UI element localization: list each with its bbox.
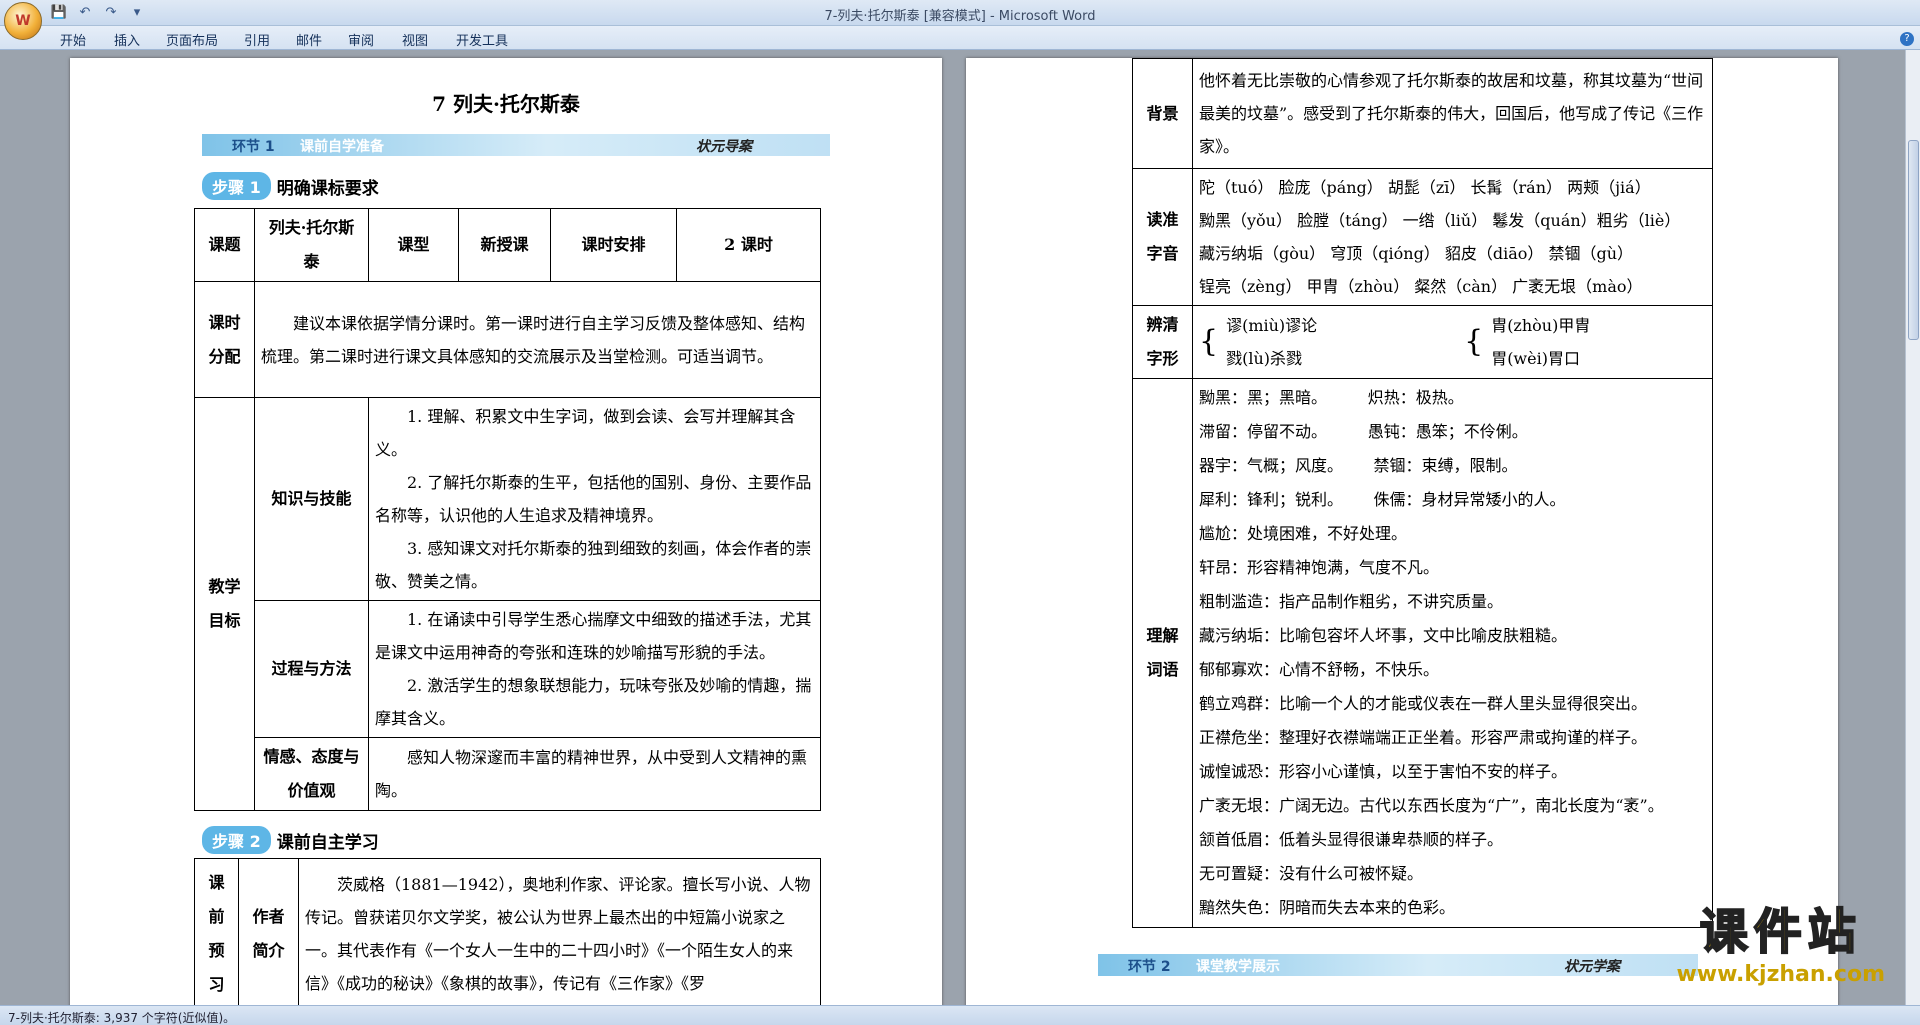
document-workspace: 7 列夫·托尔斯泰 环节 1 课前自学准备 状元导案 步骤 1 明确课标要求 课…: [0, 50, 1905, 1005]
step-pill: 步骤 1: [202, 172, 271, 200]
goal-k1: 1. 理解、积累文中生字词，做到会读、会写并理解其含义。: [375, 407, 796, 459]
brace-icon: {: [1464, 324, 1484, 359]
cell-process: 1. 在诵读中引导学生悉心揣摩文中细致的描述手法，尤其是课文中运用神奇的夸张和连…: [368, 600, 821, 738]
scrollbar-thumb[interactable]: [1908, 140, 1919, 340]
cell-vocab: 黝黑：黑；黑暗。 炽热：极热。 滞留：停留不动。 愚钝：愚笨；不伶俐。 器宇：气…: [1192, 378, 1713, 928]
course-table: 课题 列夫·托尔斯泰 课型 新授课 课时安排 2 课时 课时分配 建议本课依据学…: [194, 208, 821, 811]
vocab-item: 器宇：气概；风度。 禁锢：束缚，限制。: [1199, 456, 1518, 475]
vocab-item: 无可置疑：没有什么可被怀疑。: [1199, 864, 1424, 883]
vocab-item: 藏污纳垢：比喻包容坏人坏事，文中比喻皮肤粗糙。: [1199, 626, 1568, 645]
cell-topic: 列夫·托尔斯泰: [254, 208, 369, 282]
document-title: 7 列夫·托尔斯泰: [432, 92, 580, 116]
tab-page-layout[interactable]: 页面布局: [166, 30, 218, 49]
cell-topic-label: 课题: [194, 208, 255, 282]
tab-developer[interactable]: 开发工具: [456, 30, 508, 49]
watermark-title: 课件站: [1699, 903, 1862, 961]
banner-part1: 环节 1: [232, 139, 275, 155]
vocab-item: 郁郁寡欢：心情不舒畅，不快乐。: [1199, 660, 1440, 679]
dist-item: 胄(zhòu)甲胄: [1491, 316, 1591, 335]
cell-read: 陀（tuó） 脸庞（páng） 胡髭（zī） 长髯（rán） 两颊（jiá） 黝…: [1192, 168, 1713, 306]
banner2-part2: 课堂教学展示: [1196, 959, 1280, 975]
document-page-left[interactable]: 7 列夫·托尔斯泰 环节 1 课前自学准备 状元导案 步骤 1 明确课标要求 课…: [70, 58, 942, 1005]
cell-alloc-text: 建议本课依据学情分课时。第一课时进行自主学习反馈及整体感知、结构梳理。第二课时进…: [254, 281, 821, 398]
step-heading-1: 步骤 1 明确课标要求: [202, 172, 379, 200]
read-line: 黝黑（yǒu） 脸膛（táng） 一绺（liǔ） 鬈发（quán）粗劣（liè）: [1199, 211, 1681, 230]
dist-item: 胃(wèi)胃口: [1491, 349, 1580, 368]
cell-bg-text: 他怀着无比崇敬的心情参观了托尔斯泰的故居和坟墓，称其坟墓为“世间最美的坟墓”。感…: [1192, 58, 1713, 169]
document-page-right[interactable]: 背景 他怀着无比崇敬的心情参观了托尔斯泰的故居和坟墓，称其坟墓为“世间最美的坟墓…: [966, 58, 1838, 1005]
cell-dist: { 谬(miù)谬论 戮(lù)杀戮 { 胄(zhòu)甲胄 胃(wèi)胃口: [1192, 305, 1713, 379]
help-icon[interactable]: ?: [1900, 32, 1914, 46]
office-button[interactable]: W: [4, 2, 42, 40]
cell-emotion: 感知人物深邃而丰富的精神世界，从中受到人文精神的熏陶。: [368, 737, 821, 811]
vocab-item: 尴尬：处境困难，不好处理。: [1199, 524, 1408, 543]
section-banner-2: 环节 2 课堂教学展示 状元学案: [1098, 954, 1698, 976]
cell-dist-label: 辨清字形: [1132, 305, 1193, 379]
window-title: 7-列夫·托尔斯泰 [兼容模式] - Microsoft Word: [824, 9, 1096, 24]
read-line: 锃亮（zèng） 甲胄（zhòu） 粲然（càn） 广袤无垠（mào）: [1199, 277, 1643, 296]
cell-process-label: 过程与方法: [254, 600, 369, 738]
vocab-item: 鹤立鸡群：比喻一个人的才能或仪表在一群人里头显得很突出。: [1199, 694, 1648, 713]
cell-hours-label: 课时安排: [550, 208, 677, 282]
section-banner-1: 环节 1 课前自学准备 状元导案: [202, 134, 830, 156]
step-heading-2: 步骤 2 课前自主学习: [202, 826, 379, 854]
preview-table: 课前预习 作者简介 茨威格（1881—1942），奥地利作家、评论家。擅长写小说…: [194, 858, 821, 1005]
vocab-item: 黝黑：黑；黑暗。 炽热：极热。: [1199, 388, 1464, 407]
vocab-item: 轩昂：形容精神饱满，气度不凡。: [1199, 558, 1440, 577]
step-title: 明确课标要求: [276, 178, 379, 199]
goal-p1: 1. 在诵读中引导学生悉心揣摩文中细致的描述手法，尤其是课文中运用神奇的夸张和连…: [375, 610, 812, 662]
read-line: 藏污纳垢（gòu） 穹顶（qióng） 貂皮（diāo） 禁锢（gù）: [1199, 244, 1634, 263]
banner2-part1: 环节 2: [1128, 959, 1171, 975]
banner-part2: 课前自学准备: [300, 139, 384, 155]
goal-k2: 2. 了解托尔斯泰的生平，包括他的国别、身份、主要作品名称等，认识他的人生追求及…: [375, 473, 812, 525]
knowledge-table: 背景 他怀着无比崇敬的心情参观了托尔斯泰的故居和坟墓，称其坟墓为“世间最美的坟墓…: [1132, 58, 1713, 928]
cell-read-label: 读准字音: [1132, 168, 1193, 306]
goal-k3: 3. 感知课文对托尔斯泰的独到细致的刻画，体会作者的崇敬、赞美之情。: [375, 539, 812, 591]
tab-insert[interactable]: 插入: [114, 30, 140, 49]
status-bar: 7-列夫·托尔斯泰: 3,937 个字符(近似值)。: [0, 1005, 1920, 1025]
vocab-item: 颔首低眉：低着头显得很谦卑恭顺的样子。: [1199, 830, 1504, 849]
tab-mailings[interactable]: 邮件: [296, 30, 322, 49]
cell-knowledge: 1. 理解、积累文中生字词，做到会读、会写并理解其含义。 2. 了解托尔斯泰的生…: [368, 397, 821, 601]
vocab-item: 粗制滥造：指产品制作粗劣，不讲究质量。: [1199, 592, 1504, 611]
watermark-url: www.kjzhan.com: [1676, 962, 1885, 987]
vocab-item: 诚惶诚恐：形容小心谨慎，以至于害怕不安的样子。: [1199, 762, 1568, 781]
cell-knowledge-label: 知识与技能: [254, 397, 369, 601]
cell-preview-label: 课前预习: [194, 858, 239, 1005]
tab-references[interactable]: 引用: [244, 30, 270, 49]
step-pill-2: 步骤 2: [202, 826, 271, 854]
site-watermark: 课件站 www.kjzhan.com: [1676, 892, 1885, 987]
title-bar: 💾 ↶ ↷ ▾ 7-列夫·托尔斯泰 [兼容模式] - Microsoft Wor…: [0, 0, 1920, 26]
cell-type: 新授课: [458, 208, 551, 282]
ribbon-tabs: 开始 插入 页面布局 引用 邮件 审阅 视图 开发工具: [0, 26, 1920, 50]
vocab-item: 广袤无垠：广阔无边。古代以东西长度为“广”，南北长度为“袤”。: [1199, 796, 1664, 815]
office-logo-icon: W: [15, 13, 31, 29]
cell-author-text: 茨威格（1881—1942），奥地利作家、评论家。擅长写小说、人物传记。曾获诺贝…: [298, 858, 821, 1005]
vocab-item: 滞留：停留不动。 愚钝：愚笨；不伶俐。: [1199, 422, 1528, 441]
banner2-part3: 状元学案: [1564, 959, 1620, 975]
vocab-item: 犀利：锋利；锐利。 侏儒：身材异常矮小的人。: [1199, 490, 1566, 509]
cell-type-label: 课型: [368, 208, 459, 282]
vertical-scrollbar[interactable]: [1905, 50, 1920, 1005]
vocab-item: 正襟危坐：整理好衣襟端端正正坐着。形容严肃或拘谨的样子。: [1199, 728, 1648, 747]
banner-part3: 状元导案: [696, 139, 752, 155]
goal-p2: 2. 激活学生的想象联想能力，玩味夸张及妙喻的情趣，揣摩其含义。: [375, 676, 812, 728]
cell-vocab-label: 理解词语: [1132, 378, 1193, 928]
status-text: 7-列夫·托尔斯泰: 3,937 个字符(近似值)。: [8, 1011, 236, 1025]
cell-bg-label: 背景: [1132, 58, 1193, 169]
tab-home[interactable]: 开始: [60, 30, 86, 49]
cell-author-label: 作者简介: [238, 858, 299, 1005]
cell-emotion-label: 情感、态度与价值观: [254, 737, 369, 811]
vocab-item: 黯然失色：阴暗而失去本来的色彩。: [1199, 898, 1456, 917]
step-title-2: 课前自主学习: [276, 832, 379, 853]
read-line: 陀（tuó） 脸庞（páng） 胡髭（zī） 长髯（rán） 两颊（jiá）: [1199, 178, 1651, 197]
dist-item: 戮(lù)杀戮: [1226, 349, 1303, 368]
tab-review[interactable]: 审阅: [348, 30, 374, 49]
dist-item: 谬(miù)谬论: [1226, 316, 1318, 335]
cell-hours: 2 课时: [676, 208, 821, 282]
cell-goal-label: 教学目标: [194, 397, 255, 811]
brace-icon: {: [1199, 324, 1219, 359]
tab-view[interactable]: 视图: [402, 30, 428, 49]
cell-alloc-label: 课时分配: [194, 281, 255, 398]
